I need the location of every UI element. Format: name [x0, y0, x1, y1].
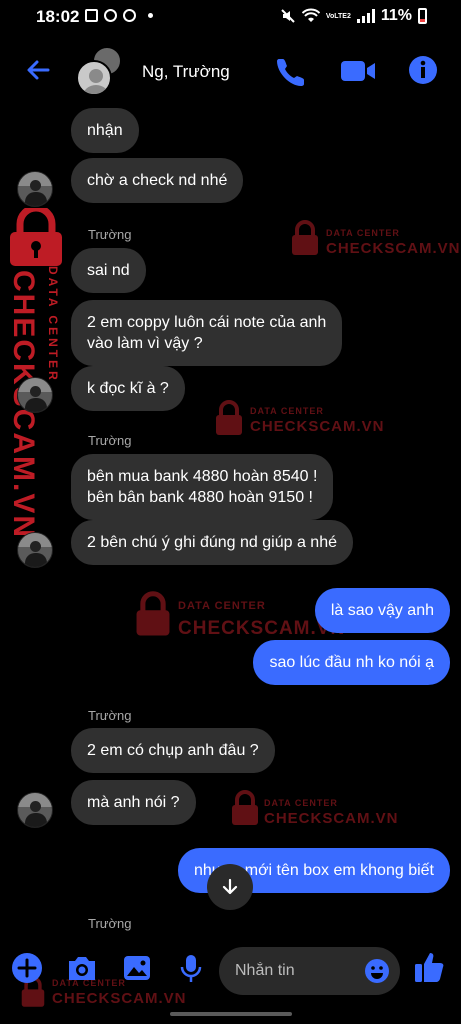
message-composer — [0, 940, 461, 1002]
status-right: VoLTE2 11% — [280, 7, 427, 25]
thumbs-up-icon[interactable] — [413, 950, 445, 984]
camera-icon[interactable] — [66, 952, 98, 984]
gallery-icon[interactable] — [121, 952, 153, 984]
watermark-small-vertical: DATA CENTER — [46, 266, 60, 383]
conversation-title[interactable]: Ng, Trường — [142, 62, 230, 82]
lock-icon — [216, 400, 242, 435]
sender-name: Trường — [88, 916, 132, 931]
wifi-icon — [301, 8, 320, 22]
gallery-notification-icon — [85, 9, 98, 22]
signal-icon — [356, 9, 375, 23]
phone-icon[interactable] — [277, 56, 307, 86]
group-avatar[interactable] — [76, 46, 128, 98]
message-incoming[interactable]: 2 em có chụp anh đâu ? — [71, 728, 275, 773]
conversation-header: Ng, Trường — [0, 40, 461, 104]
sender-name: Trường — [88, 708, 132, 723]
lock-icon — [136, 591, 170, 636]
sender-name: Trường — [88, 433, 132, 448]
sender-avatar[interactable] — [17, 532, 53, 568]
back-arrow-icon[interactable] — [22, 54, 54, 86]
sender-name: Trường — [88, 227, 132, 242]
watermark-1: DATA CENTER CHECKSCAM.VN — [290, 220, 460, 260]
message-input-container[interactable] — [219, 947, 400, 995]
scroll-to-bottom-button[interactable] — [207, 864, 253, 910]
network-label: VoLTE2 — [325, 12, 351, 20]
watermark-2: DATA CENTER CHECKSCAM.VN — [214, 400, 384, 440]
sender-avatar[interactable] — [17, 171, 53, 207]
sender-avatar[interactable] — [17, 792, 53, 828]
more-notifications-icon — [148, 13, 153, 18]
sender-avatar[interactable] — [17, 377, 53, 413]
lock-icon — [292, 220, 318, 255]
member-avatar-default — [76, 60, 112, 96]
battery-icon — [418, 8, 427, 24]
message-incoming[interactable]: bên mua bank 4880 hoàn 8540 ! bên bân ba… — [71, 454, 334, 520]
watermark-big-vertical: CHECKSCAM.VN — [6, 270, 40, 560]
message-incoming[interactable]: chờ a check nd nhé — [71, 158, 244, 203]
message-incoming[interactable]: 2 em coppy luôn cái note của anh vào làm… — [71, 300, 343, 366]
video-camera-icon[interactable] — [340, 58, 376, 84]
arrow-down-icon — [222, 878, 238, 895]
message-incoming[interactable]: nhận — [71, 108, 139, 153]
status-bar: 18:02 VoLTE2 11% — [0, 0, 461, 34]
watermark-4: DATA CENTER CHECKSCAM.VN — [230, 790, 400, 830]
message-incoming[interactable]: 2 bên chú ý ghi đúng nd giúp a nhé — [71, 520, 353, 565]
message-incoming[interactable]: mà anh nói ? — [71, 780, 196, 825]
notification-icons — [85, 9, 153, 22]
message-outgoing[interactable]: sao lúc đầu nh ko nói ạ — [253, 640, 450, 685]
watermark-vertical: DATA CENTER CHECKSCAM.VN — [4, 208, 74, 539]
plus-icon[interactable] — [11, 952, 43, 984]
screenshot-notification-icon — [104, 9, 117, 22]
lock-icon — [232, 790, 258, 825]
microphone-icon[interactable] — [175, 952, 207, 984]
message-incoming[interactable]: k đọc kĩ à ? — [71, 366, 185, 411]
mute-icon — [281, 9, 295, 23]
emoji-icon[interactable] — [364, 958, 390, 984]
battery-percent: 11% — [380, 7, 412, 24]
message-outgoing[interactable]: là sao vậy anh — [314, 588, 450, 633]
status-time: 18:02 — [36, 7, 80, 26]
sync-notification-icon — [123, 9, 136, 22]
info-icon[interactable] — [408, 55, 438, 85]
message-input[interactable] — [235, 947, 365, 995]
message-incoming[interactable]: sai nd — [71, 248, 146, 293]
home-indicator — [170, 1012, 292, 1016]
lock-icon — [10, 208, 62, 266]
